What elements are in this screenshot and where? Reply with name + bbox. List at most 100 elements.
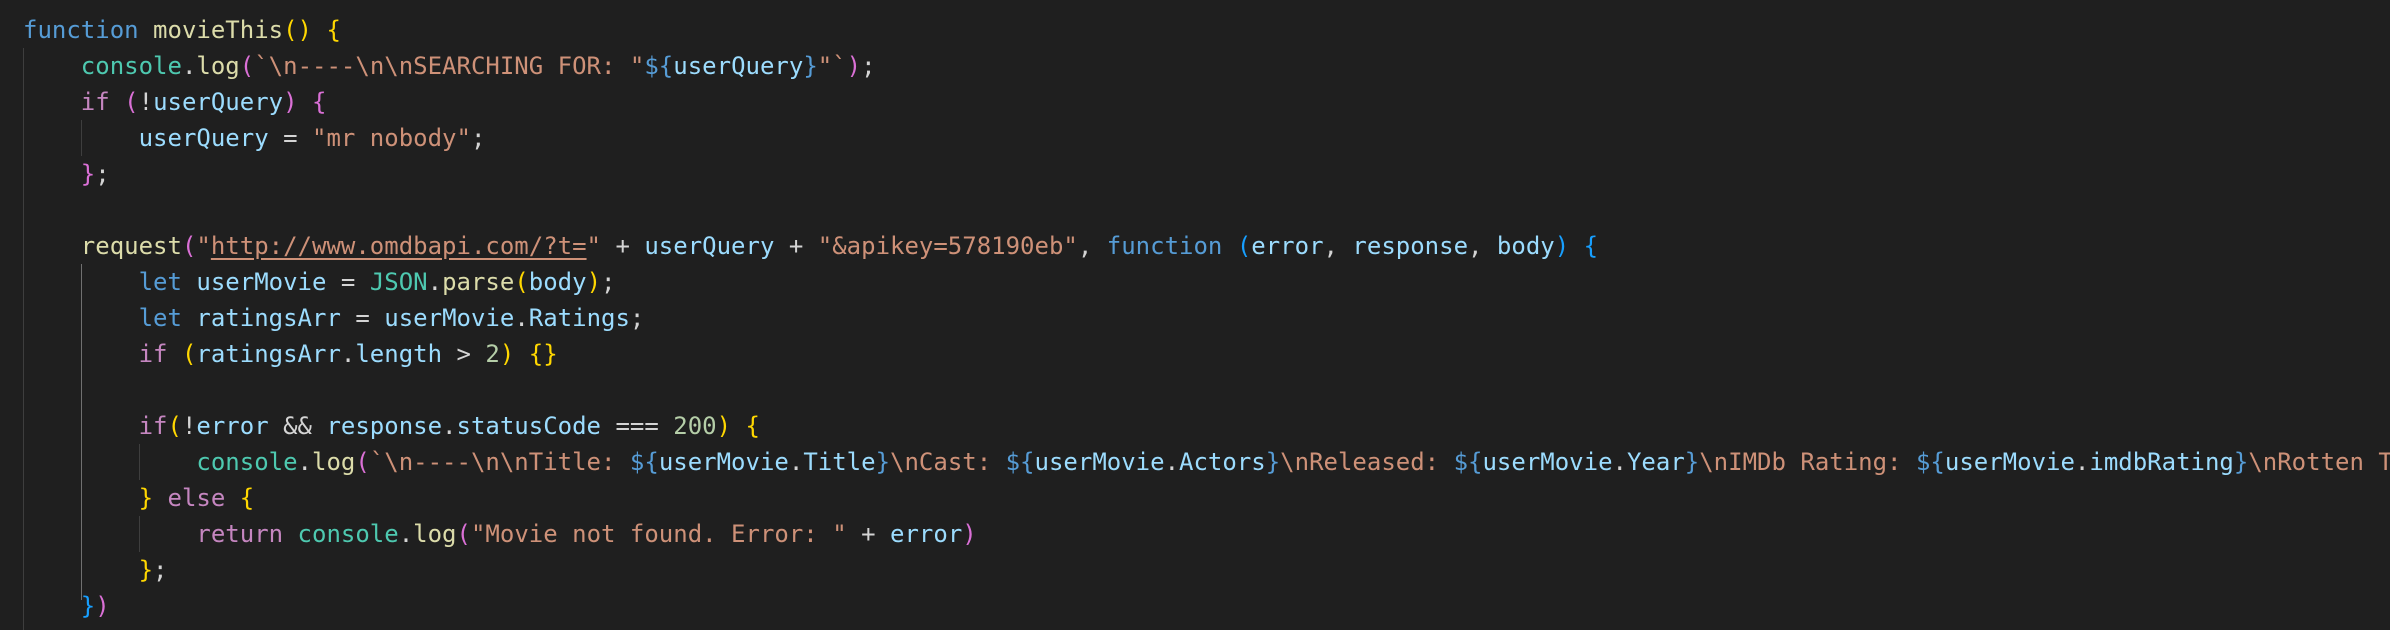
code-token: ! bbox=[138, 88, 154, 116]
code-token: } bbox=[80, 160, 96, 188]
code-line[interactable]: } else { bbox=[23, 480, 2390, 516]
code-content[interactable]: function movieThis() { console.log(`\n--… bbox=[23, 12, 2390, 624]
code-line[interactable] bbox=[23, 192, 2390, 228]
code-token: ${ bbox=[1005, 448, 1035, 476]
code-line[interactable]: userQuery = "mr nobody"; bbox=[23, 120, 2390, 156]
code-token: response bbox=[326, 412, 443, 440]
code-token: " bbox=[586, 232, 601, 260]
code-token: && bbox=[268, 412, 327, 440]
code-line[interactable]: function movieThis() { bbox=[23, 12, 2390, 48]
code-line[interactable]: if (ratingsArr.length > 2) {} bbox=[23, 336, 2390, 372]
code-token: 200 bbox=[673, 412, 717, 440]
code-token: userMovie bbox=[1944, 448, 2075, 476]
code-token: Actors bbox=[1179, 448, 1266, 476]
code-token: { bbox=[239, 484, 255, 512]
code-line[interactable]: }; bbox=[23, 156, 2390, 192]
code-token: \nRotten T bbox=[2248, 448, 2390, 476]
code-token: Title bbox=[803, 448, 876, 476]
code-token: . bbox=[297, 448, 312, 476]
code-line[interactable]: }) bbox=[23, 588, 2390, 624]
code-token: userMovie bbox=[658, 448, 789, 476]
code-token: ${ bbox=[644, 52, 674, 80]
code-token: userMovie bbox=[196, 268, 327, 296]
code-token: > bbox=[442, 340, 486, 368]
code-token: ${ bbox=[629, 448, 659, 476]
code-line[interactable]: if (!userQuery) { bbox=[23, 84, 2390, 120]
code-token: . bbox=[398, 520, 414, 548]
code-token: ) bbox=[846, 52, 862, 80]
code-token: . bbox=[181, 52, 197, 80]
code-editor[interactable]: function movieThis() { console.log(`\n--… bbox=[0, 0, 2390, 630]
code-token: } bbox=[803, 52, 818, 80]
code-token: ; bbox=[95, 160, 110, 188]
code-token: . bbox=[1164, 448, 1180, 476]
code-line[interactable]: return console.log("Movie not found. Err… bbox=[23, 516, 2390, 552]
code-line[interactable] bbox=[23, 372, 2390, 408]
code-token: () bbox=[283, 16, 312, 44]
code-line[interactable]: let userMovie = JSON.parse(body); bbox=[23, 264, 2390, 300]
code-token: request bbox=[80, 232, 182, 260]
code-token: } bbox=[138, 484, 154, 512]
code-token: { bbox=[745, 412, 760, 440]
code-token: ) bbox=[716, 412, 732, 440]
code-token: = bbox=[326, 268, 370, 296]
code-token: userMovie bbox=[1034, 448, 1165, 476]
code-token: return bbox=[196, 520, 284, 548]
code-token: ( bbox=[239, 52, 255, 80]
code-token: function bbox=[23, 16, 139, 44]
code-token: ; bbox=[153, 556, 168, 584]
code-token: movieThis bbox=[153, 16, 284, 44]
code-token: if bbox=[80, 88, 110, 116]
code-token: console bbox=[297, 520, 399, 548]
code-token: { bbox=[326, 16, 341, 44]
code-token: error bbox=[196, 412, 269, 440]
code-token: } bbox=[2233, 448, 2249, 476]
code-token: ) bbox=[95, 592, 110, 620]
code-token: ratingsArr bbox=[196, 304, 341, 332]
code-token: " bbox=[196, 232, 211, 260]
code-line[interactable]: console.log(`\n----\n\nTitle: ${userMovi… bbox=[23, 444, 2390, 480]
code-line[interactable]: }; bbox=[23, 552, 2390, 588]
code-token: } bbox=[138, 556, 154, 584]
code-link[interactable]: http://www.omdbapi.com/?t= bbox=[211, 232, 587, 260]
code-token: } bbox=[1684, 448, 1700, 476]
code-token: `\n----\n\nSEARCHING FOR: " bbox=[254, 52, 645, 80]
code-token: parse bbox=[442, 268, 515, 296]
code-token: . bbox=[442, 412, 457, 440]
code-line[interactable]: if(!error && response.statusCode === 200… bbox=[23, 408, 2390, 444]
code-token: ) bbox=[962, 520, 977, 548]
code-token: ! bbox=[181, 412, 197, 440]
code-token: ( bbox=[456, 520, 471, 548]
code-token: {} bbox=[528, 340, 558, 368]
code-token: length bbox=[355, 340, 443, 368]
code-line[interactable]: request("http://www.omdbapi.com/?t=" + u… bbox=[23, 228, 2390, 264]
code-token: if bbox=[138, 412, 168, 440]
code-token: `\n----\n\nTitle: bbox=[369, 448, 630, 476]
code-token: . bbox=[514, 304, 529, 332]
code-token: = bbox=[340, 304, 385, 332]
code-token: } bbox=[1265, 448, 1281, 476]
code-token: error bbox=[1251, 232, 1324, 260]
code-line[interactable]: let ratingsArr = userMovie.Ratings; bbox=[23, 300, 2390, 336]
code-token: . bbox=[788, 448, 804, 476]
code-line[interactable]: console.log(`\n----\n\nSEARCHING FOR: "$… bbox=[23, 48, 2390, 84]
code-token: } bbox=[80, 592, 96, 620]
code-token: ( bbox=[514, 268, 529, 296]
code-token: ratingsArr bbox=[196, 340, 341, 368]
code-token: 2 bbox=[485, 340, 500, 368]
